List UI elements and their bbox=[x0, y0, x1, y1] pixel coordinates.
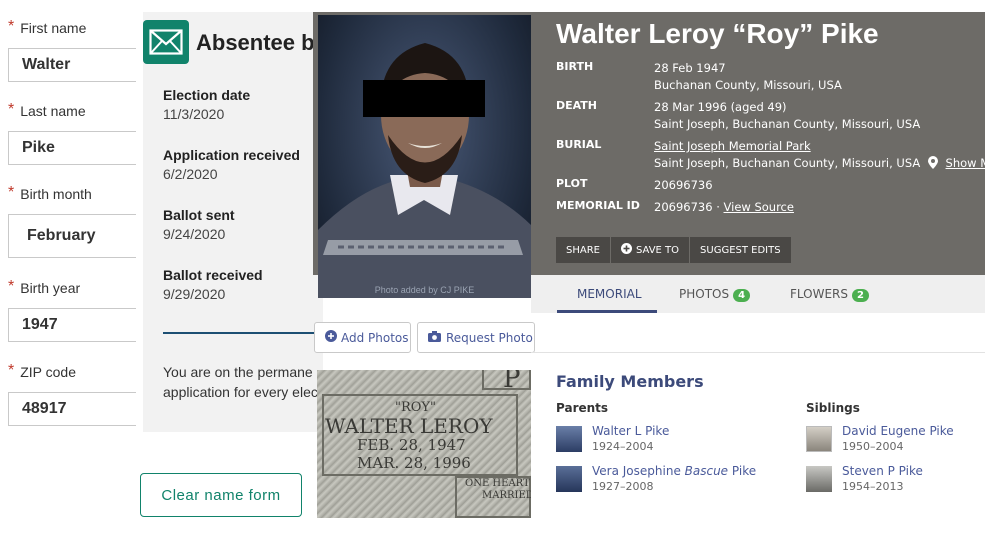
absentee-title: Absentee b bbox=[196, 30, 315, 55]
memorial-actions: SHARE SAVE TO SUGGEST EDITS bbox=[556, 237, 792, 263]
application-received: Application received 6/2/2020 bbox=[163, 147, 300, 182]
last-name-label: * Last name bbox=[8, 101, 86, 120]
clear-name-form-button[interactable]: Clear name form bbox=[140, 473, 302, 517]
portrait-illustration bbox=[318, 43, 531, 298]
avatar bbox=[806, 426, 832, 452]
active-tab-indicator bbox=[557, 310, 657, 313]
ballot-sent: Ballot sent 9/24/2020 bbox=[163, 207, 235, 242]
birth-year-input[interactable]: 1947 bbox=[8, 308, 136, 342]
first-name-input[interactable]: Walter bbox=[8, 48, 136, 82]
birth-year-label: * Birth year bbox=[8, 278, 81, 297]
memorial-page: Photo added by CJ PIKE Walter Leroy “Roy… bbox=[313, 12, 988, 536]
divider bbox=[163, 332, 323, 334]
family-member[interactable]: Vera Josephine Bascue Pike 1927–2008 bbox=[556, 464, 786, 498]
birth-year-field: * Birth year 1947 bbox=[8, 278, 136, 342]
birth-month-field: * Birth month February bbox=[8, 184, 136, 258]
save-to-button[interactable]: SAVE TO bbox=[610, 237, 691, 263]
family-members-heading: Family Members bbox=[556, 372, 704, 391]
camera-icon bbox=[428, 330, 441, 345]
tab-memorial[interactable]: MEMORIAL bbox=[577, 287, 642, 301]
photos-count-badge: 4 bbox=[733, 289, 751, 302]
first-name-field: * First name Walter bbox=[8, 18, 136, 82]
burial-cemetery-link[interactable]: Saint Joseph Memorial Park bbox=[654, 138, 988, 155]
avatar bbox=[806, 466, 832, 492]
view-source-link[interactable]: View Source bbox=[724, 200, 794, 214]
tab-flowers[interactable]: FLOWERS 2 bbox=[790, 287, 869, 302]
family-member[interactable]: Steven P Pike 1954–2013 bbox=[806, 464, 988, 498]
first-name-label: * First name bbox=[8, 18, 87, 37]
show-map-link[interactable]: Show Map bbox=[946, 156, 988, 170]
flowers-count-badge: 2 bbox=[852, 289, 869, 302]
ballot-received: Ballot received 9/29/2020 bbox=[163, 267, 263, 302]
request-photo-button[interactable]: Request Photo bbox=[417, 322, 535, 353]
zip-code-field: * ZIP code 48917 bbox=[8, 362, 136, 426]
avatar bbox=[556, 426, 582, 452]
share-button[interactable]: SHARE bbox=[556, 237, 611, 263]
siblings-heading: Siblings bbox=[806, 401, 860, 415]
tab-photos[interactable]: PHOTOS 4 bbox=[679, 287, 751, 302]
absentee-ballot-panel: Absentee b Election date 11/3/2020 Appli… bbox=[143, 12, 323, 432]
family-member[interactable]: Walter L Pike 1924–2004 bbox=[556, 424, 756, 458]
avatar bbox=[556, 466, 582, 492]
last-name-input[interactable]: Pike bbox=[8, 131, 136, 165]
permanent-list-notice: You are on the permane application for e… bbox=[163, 364, 318, 400]
family-member[interactable]: David Eugene Pike 1950–2004 bbox=[806, 424, 988, 458]
section-divider bbox=[531, 352, 985, 353]
last-name-field: * Last name Pike bbox=[8, 101, 136, 165]
suggest-edits-button[interactable]: SUGGEST EDITS bbox=[690, 237, 792, 263]
gravestone-photo[interactable]: P "ROY" WALTER LEROY FEB. 28, 1947 MAR. … bbox=[317, 370, 531, 518]
plus-circle-icon bbox=[620, 243, 632, 257]
redaction-bar bbox=[363, 80, 485, 117]
birth-month-select[interactable]: February bbox=[8, 214, 136, 258]
envelope-icon bbox=[143, 20, 189, 64]
parents-heading: Parents bbox=[556, 401, 609, 415]
birth-month-label: * Birth month bbox=[8, 184, 92, 203]
election-date: Election date 11/3/2020 bbox=[163, 87, 251, 122]
zip-code-label: * ZIP code bbox=[8, 362, 77, 381]
plus-circle-icon bbox=[325, 330, 337, 345]
memorial-tabs: MEMORIAL PHOTOS 4 FLOWERS 2 bbox=[531, 275, 985, 313]
map-pin-icon bbox=[927, 156, 938, 174]
add-photos-button[interactable]: Add Photos bbox=[314, 322, 411, 353]
zip-code-input[interactable]: 48917 bbox=[8, 392, 136, 426]
photo-caption: Photo added by CJ PIKE bbox=[374, 285, 475, 295]
memorial-photo[interactable]: Photo added by CJ PIKE bbox=[318, 15, 531, 298]
memorial-name: Walter Leroy “Roy” Pike bbox=[556, 18, 879, 49]
